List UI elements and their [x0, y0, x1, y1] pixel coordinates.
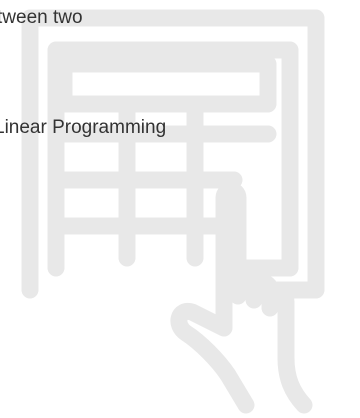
- spreadsheet-hand-icon: [21, 9, 325, 414]
- text-line-1: tween two: [0, 7, 83, 28]
- page-content: tween two Linear Programming: [0, 0, 360, 418]
- text-line-2: Linear Programming: [0, 117, 167, 138]
